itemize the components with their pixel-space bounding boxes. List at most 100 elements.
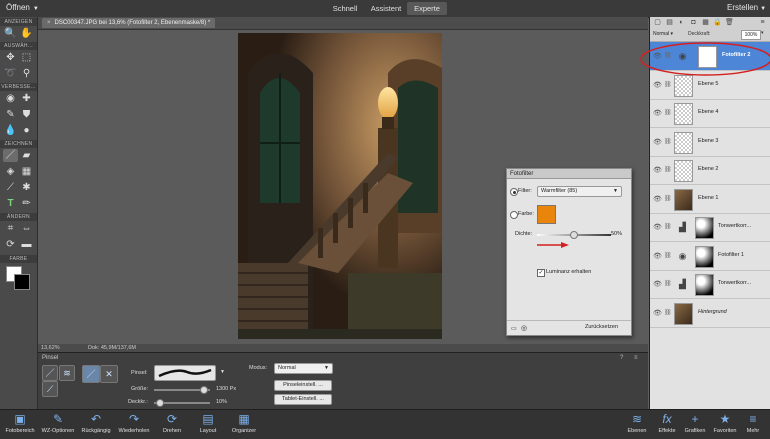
tablet-settings-button[interactable]: Tablet-Einstell. ... — [274, 394, 332, 405]
layer-mask-icon[interactable]: ◘ — [689, 18, 698, 27]
fotobereich-button[interactable]: ▣ Fotobereich — [0, 412, 40, 435]
smart-brush-tool-icon[interactable]: ✎ — [3, 108, 18, 121]
blend-mode-dropdown[interactable]: Normal ▼ — [274, 363, 333, 374]
move-tool-icon[interactable]: ✥ — [3, 51, 18, 64]
link-icon[interactable]: ⛓ — [664, 138, 672, 145]
mode-tab-guided[interactable]: Assistent — [366, 2, 406, 15]
organizer-button[interactable]: ▦ Organizer — [224, 412, 264, 435]
layer-blend-mode-dropdown[interactable]: Normal ▾ — [653, 30, 683, 38]
link-icon[interactable]: ⛓ — [664, 109, 672, 116]
photo-filter-dialog[interactable]: Fotofilter Filter: Warmfilter (85) ▼ Farb… — [506, 168, 632, 336]
hand-tool-icon[interactable]: ✋ — [19, 27, 34, 40]
link-icon[interactable]: ⛓ — [664, 309, 672, 316]
background-color-swatch[interactable] — [14, 274, 30, 290]
straighten-tool-icon[interactable]: ▬ — [19, 238, 34, 251]
visibility-eye-icon[interactable]: 👁 — [653, 166, 662, 174]
chevron-down-icon[interactable]: ▾ — [761, 30, 764, 36]
close-tab-icon[interactable]: × — [47, 20, 51, 26]
filter-color-swatch[interactable] — [537, 205, 556, 224]
visibility-eye-icon[interactable]: 👁 — [653, 309, 662, 317]
link-icon[interactable]: ⛓ — [664, 280, 672, 287]
recompose-tool-icon[interactable]: ⇔ — [19, 222, 34, 235]
layer-row[interactable]: 👁 ⛓ Ebene 3 — [650, 128, 770, 157]
document-tab[interactable]: × DSC00347.JPG bei 13,6% (Fotofilter 2, E… — [42, 18, 216, 28]
link-icon[interactable]: ⛓ — [664, 166, 672, 173]
ebenen-panel-button[interactable]: ≋ Ebenen — [620, 412, 654, 435]
layer-mask-thumbnail[interactable] — [695, 274, 714, 296]
density-slider[interactable] — [537, 231, 611, 239]
panel-menu-icon[interactable]: ≡ — [634, 355, 638, 361]
visibility-eye-icon[interactable]: 👁 — [653, 81, 662, 89]
layer-row[interactable]: 👁 ⛓ Hintergrund — [650, 299, 770, 328]
mehr-panel-button[interactable]: ≡ Mehr — [736, 412, 770, 435]
pencil-tool-icon[interactable]: ✏ — [19, 197, 34, 210]
brush-tool-option-icon[interactable]: ／ — [42, 365, 58, 381]
wiederholen-button[interactable]: ↷ Wiederholen — [114, 412, 154, 435]
blur-tool-icon[interactable]: 💧 — [3, 124, 18, 137]
airbrush-mode-icon[interactable]: ✕ — [100, 365, 118, 383]
crop-tool-icon[interactable]: ⌗ — [3, 222, 18, 235]
filter-radio[interactable] — [510, 188, 518, 196]
paint-bucket-tool-icon[interactable]: ◈ — [3, 165, 18, 178]
layer-name[interactable]: Ebene 5 — [698, 81, 719, 87]
visibility-eye-icon[interactable]: 👁 — [653, 252, 662, 260]
clone-stamp-tool-icon[interactable]: ⛊ — [19, 108, 34, 121]
visibility-icon[interactable]: ◎ — [521, 324, 527, 332]
layer-mask-thumbnail[interactable] — [695, 245, 714, 268]
eraser-tool-icon[interactable]: ▰ — [19, 149, 34, 162]
zoom-tool-icon[interactable]: 🔍 — [3, 27, 18, 40]
layer-row[interactable]: 👁 ⛓ Ebene 2 — [650, 156, 770, 185]
drehen-button[interactable]: ⟳ Drehen — [152, 412, 192, 435]
document-size[interactable]: Dok: 45,9M/137,6M — [88, 344, 136, 352]
spot-healing-tool-icon[interactable]: ✚ — [19, 92, 34, 105]
delete-layer-icon[interactable]: 🗑 — [725, 18, 734, 27]
visibility-eye-icon[interactable]: 👁 — [653, 109, 662, 117]
link-icon[interactable]: ⛓ — [664, 195, 672, 202]
visibility-eye-icon[interactable]: 👁 — [653, 280, 662, 288]
impressionist-brush-option-icon[interactable]: ≋ — [59, 365, 75, 381]
color-radio[interactable] — [510, 211, 518, 219]
layer-name[interactable]: Ebene 1 — [698, 195, 719, 201]
zoom-level[interactable]: 13,62% — [41, 344, 60, 352]
document-image[interactable] — [238, 33, 442, 339]
color-replacement-option-icon[interactable]: ⟋ — [42, 381, 58, 397]
layer-name[interactable]: Ebene 2 — [698, 166, 719, 172]
brush-tool-icon[interactable]: ／ — [3, 149, 18, 162]
sponge-tool-icon[interactable]: ● — [19, 124, 34, 137]
reset-button[interactable]: Zurücksetzen — [585, 324, 618, 330]
new-layer-icon[interactable]: ▢ — [653, 18, 662, 27]
size-slider[interactable] — [154, 386, 210, 394]
mode-tab-expert[interactable]: Experte — [407, 2, 447, 15]
filter-dropdown[interactable]: Warmfilter (85) ▼ — [537, 186, 622, 197]
layer-name[interactable]: Fotofilter 1 — [718, 252, 744, 258]
layer-name[interactable]: Hintergrund — [698, 309, 727, 315]
help-icon[interactable]: ? — [620, 355, 623, 361]
lock-icon[interactable]: 🔒 — [713, 18, 722, 27]
opacity-slider[interactable] — [154, 399, 210, 407]
brush-preset-picker[interactable]: ▼ — [154, 365, 225, 381]
lasso-tool-icon[interactable]: ➰ — [3, 67, 18, 80]
dialog-title[interactable]: Fotofilter — [507, 169, 631, 179]
layer-row[interactable]: 👁 ⛓ ▟ Tonwertkorr... — [650, 213, 770, 242]
layer-row[interactable]: 👁 ⛓ ◉ Fotofilter 1 — [650, 242, 770, 271]
opacity-slider-handle[interactable] — [155, 399, 164, 407]
visibility-eye-icon[interactable]: 👁 — [653, 195, 662, 203]
visibility-eye-icon[interactable]: 👁 — [653, 223, 662, 231]
size-slider-handle[interactable] — [200, 386, 209, 394]
brush-mode-icon[interactable]: ／ — [82, 365, 100, 383]
layer-row[interactable]: 👁 ⛓ Ebene 4 — [650, 99, 770, 128]
create-button[interactable]: Erstellen ▼ — [727, 3, 766, 12]
color-picker-tool-icon[interactable]: ⟋ — [3, 181, 18, 194]
type-tool-icon[interactable]: T — [3, 197, 18, 210]
layer-name[interactable]: Tonwertkorr... — [718, 223, 751, 229]
layer-name[interactable]: Ebene 4 — [698, 109, 719, 115]
layer-mask-icon[interactable]: ▭ — [511, 325, 517, 332]
panel-menu-icon[interactable]: ≡ — [758, 18, 767, 27]
gradient-tool-icon[interactable]: ▦ — [19, 165, 34, 178]
layer-name[interactable]: Tonwertkorr... — [718, 280, 751, 286]
adjustment-layer-icon[interactable]: ◐ — [677, 18, 686, 27]
layer-row[interactable]: 👁 ⛓ ▟ Tonwertkorr... — [650, 270, 770, 299]
preserve-luminance-checkbox[interactable]: ✓ — [537, 269, 545, 277]
wz-optionen-button[interactable]: ✎ WZ-Optionen — [38, 412, 78, 435]
link-icon[interactable]: ⛓ — [664, 252, 672, 259]
